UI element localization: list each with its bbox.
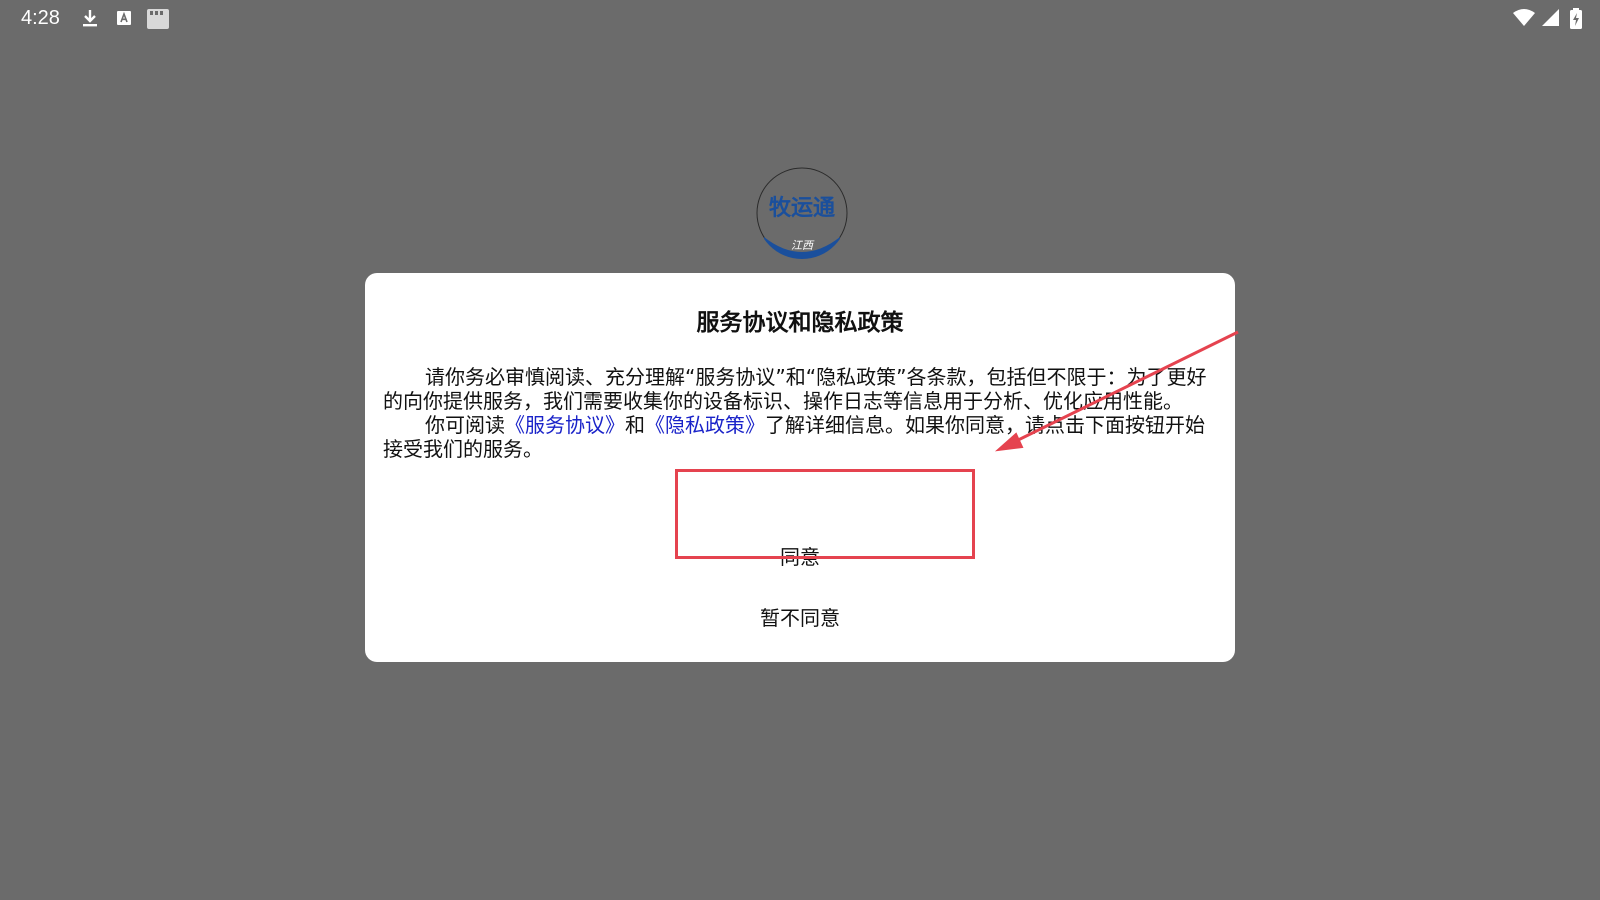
download-icon [80,8,100,28]
dialog-body: 请你务必审慎阅读、充分理解“服务协议”和“隐私政策”各条款，包括但不限于：为了更… [383,365,1219,461]
agree-label: 同意 [780,545,820,569]
paragraph-2-prefix: 你可阅读 [425,413,505,437]
battery-charging-icon [1569,8,1583,29]
sd-card-icon [146,8,170,29]
logo-name: 牧运通 [769,195,835,221]
privacy-policy-link[interactable]: 《隐私政策》 [645,413,765,437]
paragraph-2-and: 和 [625,413,645,437]
dialog-title: 服务协议和隐私政策 [696,310,904,336]
keyboard-a-icon [114,8,134,28]
wifi-icon [1512,8,1536,28]
logo-region: 江西 [791,239,815,252]
dialog-paragraph-1: 请你务必审慎阅读、充分理解“服务协议”和“隐私政策”各条款，包括但不限于：为了更… [383,365,1207,413]
screen: 4:28 牧运通 江西 服务协议和隐私政策 请你务必审慎阅读、充分理解“服务协议… [0,0,1600,900]
status-time: 4:28 [21,7,60,29]
status-bar: 4:28 [0,0,1600,38]
disagree-button[interactable]: 暂不同意 [675,593,925,643]
service-agreement-link[interactable]: 《服务协议》 [505,413,625,437]
app-logo: 牧运通 江西 [756,167,848,259]
dialog-paragraph-2: 你可阅读《服务协议》和《隐私政策》了解详细信息。如果你同意，请点击下面按钮开始接… [383,413,1219,461]
privacy-dialog: 服务协议和隐私政策 请你务必审慎阅读、充分理解“服务协议”和“隐私政策”各条款，… [365,273,1235,662]
cell-signal-icon [1541,8,1561,28]
agree-button[interactable]: 同意 [675,495,925,585]
